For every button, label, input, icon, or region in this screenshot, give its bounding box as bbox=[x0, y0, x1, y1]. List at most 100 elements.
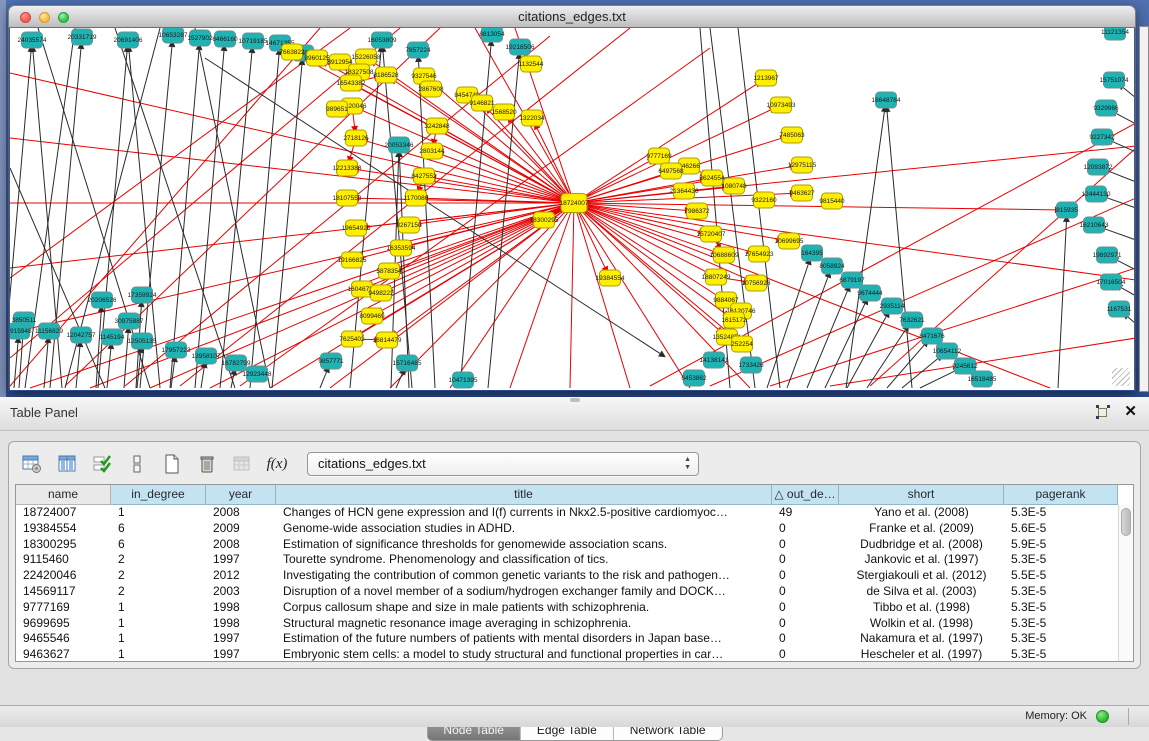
graph-node-label: 30975887 bbox=[115, 318, 144, 325]
function-builder-icon[interactable]: f(x) bbox=[266, 453, 288, 475]
graph-node-label: 16053809 bbox=[368, 37, 397, 44]
graph-edge bbox=[359, 170, 574, 203]
column-visibility-icon[interactable] bbox=[56, 453, 78, 475]
graph-node-label: 1527902 bbox=[187, 35, 213, 42]
column-header-short[interactable]: short bbox=[839, 485, 1004, 505]
column-header-pagerank[interactable]: pagerank bbox=[1004, 485, 1118, 505]
graph-edge bbox=[1117, 114, 1135, 124]
graph-node-label: 5878354 bbox=[376, 268, 402, 275]
graph-node-label: 7986372 bbox=[684, 208, 710, 215]
graph-node-label: 15716485 bbox=[393, 360, 422, 367]
column-header-name[interactable]: name bbox=[16, 485, 111, 505]
table-cell: Jankovic et al. (1997) bbox=[839, 552, 1004, 568]
graph-node-label: 16543382 bbox=[337, 80, 366, 87]
column-header-title[interactable]: title bbox=[276, 485, 772, 505]
graph-node-label: 10719185 bbox=[239, 38, 268, 45]
graph-edge bbox=[825, 304, 865, 388]
graph-node-label: 2803144 bbox=[419, 148, 445, 155]
graph-node-label: 1167531 bbox=[1107, 306, 1132, 313]
graph-node-label: 19654925 bbox=[342, 225, 371, 232]
scrollbar-thumb[interactable] bbox=[1121, 508, 1131, 536]
table-row[interactable]: 946362711997Embryonic stem cells: a mode… bbox=[16, 647, 1133, 662]
graph-node-label: 12042757 bbox=[67, 332, 96, 339]
table-settings-icon[interactable] bbox=[21, 453, 43, 475]
import-table-icon[interactable] bbox=[231, 453, 253, 475]
table-cell: 22420046 bbox=[16, 568, 111, 584]
window-titlebar[interactable]: citations_edges.txt bbox=[8, 5, 1136, 28]
table-row[interactable]: 1830029562008Estimation of significance … bbox=[16, 537, 1133, 553]
graph-node-label: 11156829 bbox=[35, 328, 63, 335]
resize-grip-icon[interactable] bbox=[1112, 368, 1130, 386]
memory-ok-icon bbox=[1096, 710, 1109, 723]
table-cell: 9777169 bbox=[16, 600, 111, 616]
graph-node-label: 15751074 bbox=[1100, 77, 1129, 84]
graph-node-label: 12975115 bbox=[788, 162, 817, 169]
selector-spinner-icon: ▲▼ bbox=[684, 456, 691, 472]
status-separator bbox=[1128, 708, 1129, 725]
network-table-selector[interactable]: citations_edges.txt ▲▼ bbox=[307, 452, 699, 476]
graph-edge bbox=[846, 112, 884, 388]
memory-status-label: Memory: OK bbox=[1025, 706, 1087, 727]
graph-node-label: 16648784 bbox=[872, 97, 901, 104]
graph-node-label: 3242848 bbox=[424, 123, 450, 130]
table-cell: 1997 bbox=[206, 552, 276, 568]
graph-node-label: 1615172 bbox=[721, 317, 747, 324]
graph-node-label: 164395 bbox=[801, 250, 823, 257]
graph-node-label: 815935 bbox=[1056, 207, 1078, 214]
table-row[interactable]: 977716911998Corpus callosum shape and si… bbox=[16, 600, 1133, 616]
table-cell: 5.3E-5 bbox=[1004, 600, 1118, 616]
graph-node-label: 12213383 bbox=[333, 165, 362, 172]
network-graph[interactable]: 2403557420331719206914061065328715279026… bbox=[10, 28, 1135, 390]
table-scrollbar[interactable] bbox=[1118, 505, 1133, 661]
graph-node-label: 16210643 bbox=[1080, 222, 1109, 229]
graph-edge bbox=[10, 73, 574, 203]
graph-node-label: 8960125 bbox=[304, 55, 330, 62]
table-cell: Embryonic stem cells: a model to study s… bbox=[276, 647, 772, 662]
graph-node-label: 20206526 bbox=[88, 297, 117, 304]
graph-edge bbox=[433, 84, 574, 203]
graph-node-label: 7625402 bbox=[339, 336, 365, 343]
table-toolbar: f(x) citations_edges.txt ▲▼ bbox=[21, 448, 699, 480]
table-cell: 2 bbox=[111, 568, 206, 584]
table-cell: Tibbo et al. (1998) bbox=[839, 600, 1004, 616]
table-cell: 5.9E-5 bbox=[1004, 537, 1118, 553]
new-table-icon[interactable] bbox=[161, 453, 183, 475]
status-bar: Memory: OK bbox=[0, 705, 1149, 727]
table-cell: Wolkin et al. (1998) bbox=[839, 616, 1004, 632]
graph-node-label: 16814479 bbox=[373, 337, 402, 344]
delete-table-icon[interactable] bbox=[196, 453, 218, 475]
table-cell: 9699695 bbox=[16, 616, 111, 632]
graph-node-label: 252254 bbox=[731, 341, 753, 348]
graph-edge bbox=[574, 203, 731, 304]
graph-node-label: 9498222 bbox=[368, 290, 394, 297]
column-header-year[interactable]: year bbox=[206, 485, 276, 505]
graph-edge bbox=[574, 203, 718, 329]
table-panel: Table Panel ✕ bbox=[0, 397, 1149, 727]
table-cell: 5.6E-5 bbox=[1004, 521, 1118, 537]
close-panel-icon[interactable]: ✕ bbox=[1124, 405, 1137, 419]
table-row[interactable]: 1938455462009Genome-wide association stu… bbox=[16, 521, 1133, 537]
column-header-in_degree[interactable]: in_degree bbox=[111, 485, 206, 505]
table-row[interactable]: 946554611997Estimation of the future num… bbox=[16, 631, 1133, 647]
table-row[interactable]: 1872400712008Changes of HCN gene express… bbox=[16, 505, 1133, 521]
table-row[interactable]: 969969511998Structural magnetic resonanc… bbox=[16, 616, 1133, 632]
table-row[interactable]: 911546021997Tourette syndrome. Phenomeno… bbox=[16, 552, 1133, 568]
table-row[interactable]: 1456911722003Disruption of a novel membe… bbox=[16, 584, 1133, 600]
graph-node-label: 8099469 bbox=[359, 313, 385, 320]
graph-node-label: 19218506 bbox=[506, 44, 535, 51]
graph-node-label: 2935114 bbox=[880, 303, 905, 310]
float-panel-icon[interactable] bbox=[1096, 405, 1110, 419]
table-cell: Yano et al. (2008) bbox=[839, 505, 1004, 521]
pane-mode-icon[interactable] bbox=[126, 453, 148, 475]
row-selection-icon[interactable] bbox=[91, 453, 113, 475]
table-row[interactable]: 2242004622012Investigating the contribut… bbox=[16, 568, 1133, 584]
network-canvas[interactable]: 2403557420331719206914061065328715279026… bbox=[9, 28, 1135, 390]
column-header-out_de[interactable]: △ out_de… bbox=[772, 485, 839, 505]
graph-edge bbox=[107, 349, 111, 388]
table-cell: 49 bbox=[772, 505, 839, 521]
graph-node-label: 6453862 bbox=[681, 375, 707, 382]
network-view-window[interactable]: citations_edges.txt 24035574203317192069… bbox=[8, 5, 1136, 391]
graph-edge bbox=[574, 203, 690, 388]
splitter-handle[interactable] bbox=[570, 398, 580, 402]
graph-edge bbox=[574, 203, 1050, 388]
